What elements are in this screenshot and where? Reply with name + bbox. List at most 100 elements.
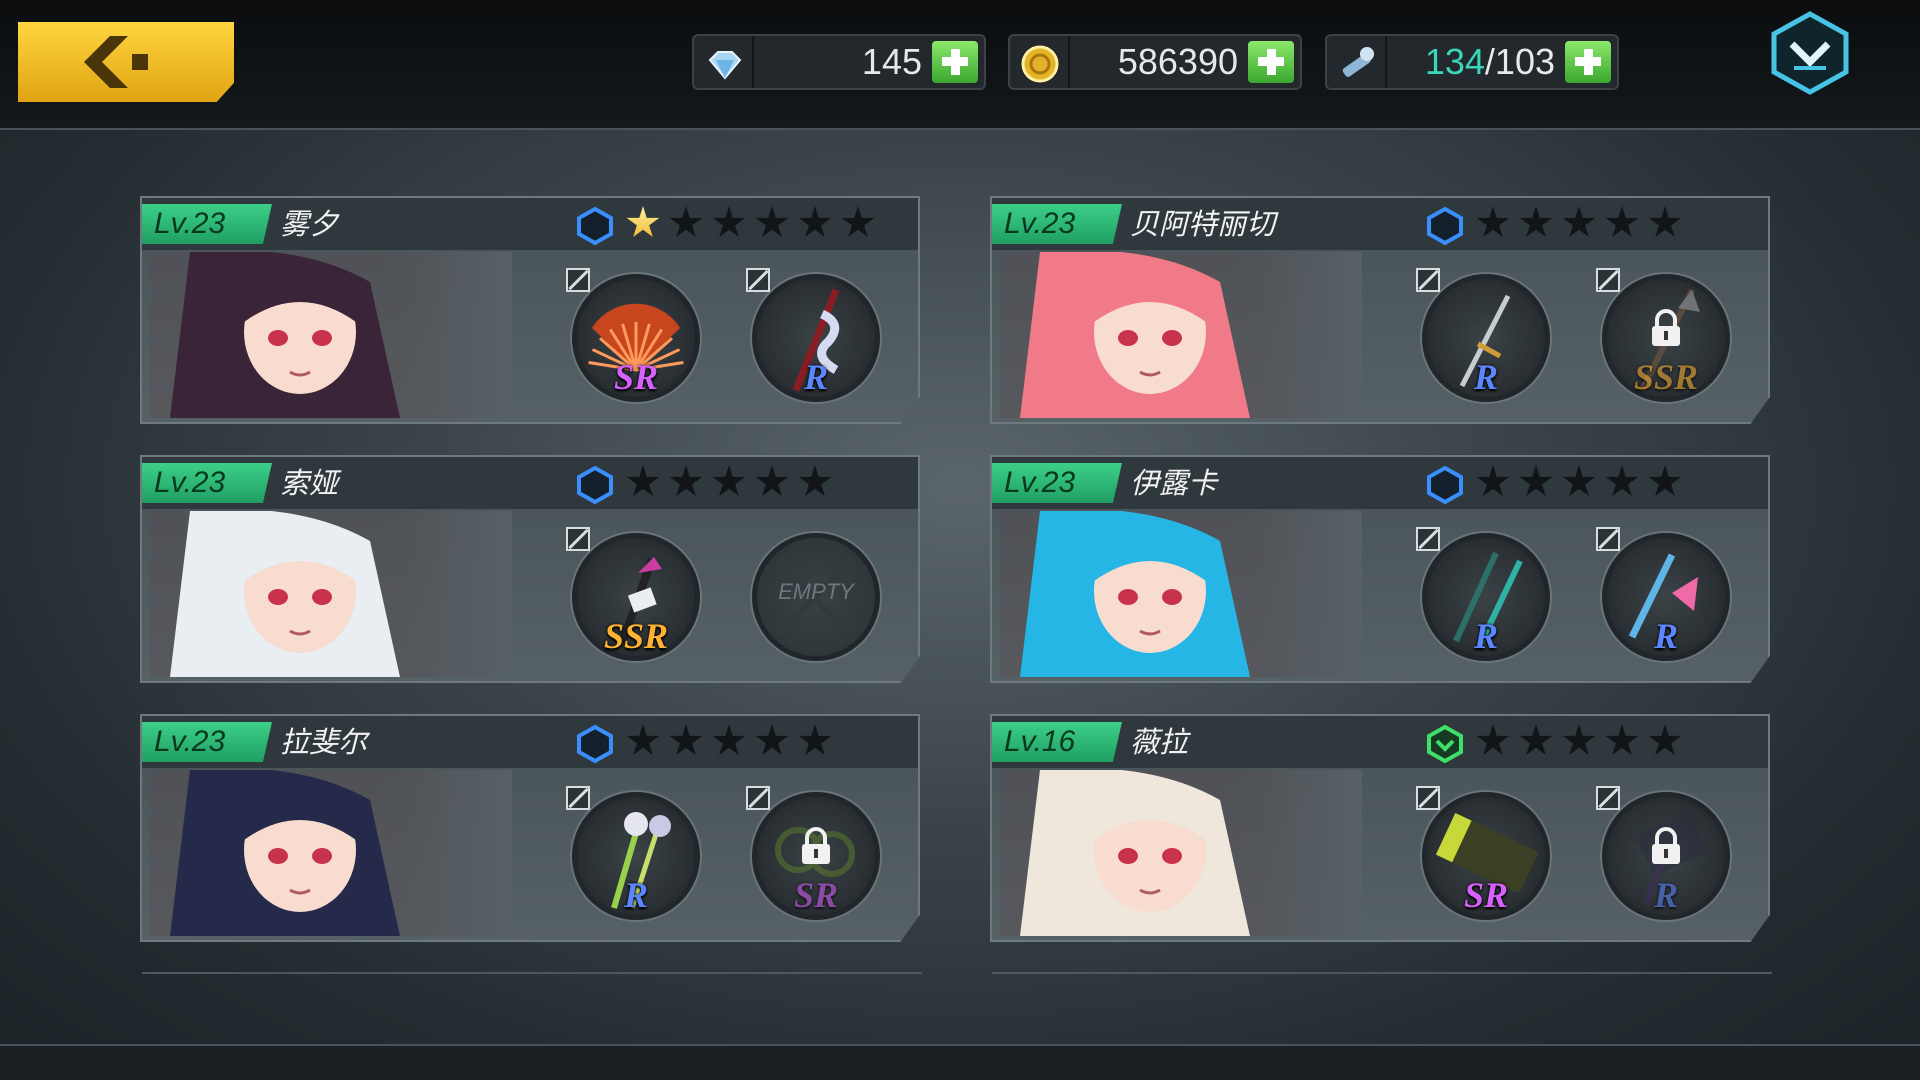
divider <box>142 972 922 974</box>
divider <box>992 972 1772 974</box>
star-empty-icon <box>1648 206 1682 237</box>
weapon-slot[interactable]: R <box>1416 527 1556 667</box>
star-empty-icon <box>755 724 789 755</box>
star-empty-icon <box>1476 465 1510 496</box>
gold-coin-icon <box>1021 45 1059 83</box>
star-rating <box>626 465 841 503</box>
add-gold-button[interactable] <box>1248 41 1294 83</box>
character-portrait <box>1000 770 1362 936</box>
character-name: 伊露卡 <box>1130 466 1218 500</box>
edit-icon[interactable] <box>1596 527 1620 551</box>
weapon-slot[interactable]: SR <box>746 786 886 926</box>
weapon-slot[interactable]: R <box>1596 527 1736 667</box>
edit-icon[interactable] <box>1416 527 1440 551</box>
rarity-label: R <box>1473 357 1498 397</box>
weapon-slot[interactable]: SR <box>566 268 706 408</box>
rarity-label: SSR <box>603 616 669 656</box>
star-empty-icon <box>1519 465 1553 496</box>
character-card[interactable]: Lv.23 索娅 SSR EMPTY <box>140 455 920 683</box>
diamond-counter: 145 <box>692 34 986 90</box>
star-empty-icon <box>1562 724 1596 755</box>
character-name: 薇拉 <box>1130 725 1189 759</box>
gold-counter: 586390 <box>1008 34 1302 90</box>
character-card[interactable]: Lv.23 雾夕 SR R <box>140 196 920 424</box>
weapon-slot[interactable]: R <box>746 268 886 408</box>
add-stamina-button[interactable] <box>1565 41 1611 83</box>
star-empty-icon <box>626 465 660 496</box>
character-portrait <box>150 252 512 418</box>
stamina-icon <box>1342 47 1374 77</box>
edit-icon[interactable] <box>746 268 770 292</box>
star-empty-icon <box>669 465 703 496</box>
star-empty-icon <box>626 724 660 755</box>
star-empty-icon <box>798 206 832 237</box>
star-empty-icon <box>841 206 875 237</box>
character-card[interactable]: Lv.23 贝阿特丽切 R SSR <box>990 196 1770 424</box>
rarity-label: R <box>1473 616 1498 656</box>
stamina-value: 134/103 <box>1425 42 1555 82</box>
edit-icon[interactable] <box>566 527 590 551</box>
star-rating <box>1476 206 1691 244</box>
rank-badge-icon <box>577 465 613 505</box>
weapon-slot[interactable]: R <box>1596 786 1736 926</box>
star-empty-icon <box>712 724 746 755</box>
rank-up-badge-icon <box>1427 724 1463 764</box>
edit-icon[interactable] <box>566 268 590 292</box>
stamina-counter: 134/103 <box>1325 34 1619 90</box>
weapon-slot[interactable]: SSR <box>1596 268 1736 408</box>
star-empty-icon <box>669 724 703 755</box>
back-button[interactable] <box>18 22 234 102</box>
star-empty-icon <box>1605 724 1639 755</box>
edit-icon[interactable] <box>1596 786 1620 810</box>
star-rating <box>1476 465 1691 503</box>
star-empty-icon <box>669 206 703 237</box>
character-card[interactable]: Lv.23 伊露卡 R R <box>990 455 1770 683</box>
star-empty-icon <box>1648 465 1682 496</box>
star-empty-icon <box>1562 206 1596 237</box>
star-empty-icon <box>755 465 789 496</box>
weapon-slot[interactable]: R <box>1416 268 1556 408</box>
character-name: 拉斐尔 <box>280 725 368 759</box>
edit-icon[interactable] <box>746 786 770 810</box>
star-rating <box>626 206 884 244</box>
star-rating <box>626 724 841 762</box>
gold-value: 586390 <box>1117 41 1238 82</box>
character-name: 雾夕 <box>280 207 339 241</box>
star-filled-icon <box>626 206 660 237</box>
star-empty-icon <box>712 206 746 237</box>
weapon-slot[interactable]: SSR <box>566 527 706 667</box>
character-card[interactable]: Lv.16 薇拉 SR R <box>990 714 1770 942</box>
diamond-icon <box>708 51 742 80</box>
rarity-label: SR <box>613 357 659 397</box>
divider <box>1385 36 1387 88</box>
level-tag: Lv.16 <box>992 722 1122 762</box>
empty-label: EMPTY <box>778 579 854 604</box>
weapon-slot[interactable]: R <box>566 786 706 926</box>
rarity-label: R <box>803 357 828 397</box>
empty-weapon-slot[interactable]: EMPTY <box>746 527 886 667</box>
star-empty-icon <box>1562 465 1596 496</box>
divider <box>1068 36 1070 88</box>
character-name: 索娅 <box>280 466 339 500</box>
back-arrow-icon <box>84 36 148 88</box>
character-card[interactable]: Lv.23 拉斐尔 R SR <box>140 714 920 942</box>
edit-icon[interactable] <box>1416 786 1440 810</box>
character-portrait <box>150 770 512 936</box>
level-tag: Lv.23 <box>992 204 1122 244</box>
weapon-slot[interactable]: SR <box>1416 786 1556 926</box>
edit-icon[interactable] <box>566 786 590 810</box>
edit-icon[interactable] <box>1596 268 1620 292</box>
rarity-label: SSR <box>1633 357 1699 397</box>
rarity-label: SR <box>1463 875 1509 915</box>
edit-icon[interactable] <box>1416 268 1440 292</box>
rarity-label: SR <box>793 875 839 915</box>
character-name: 贝阿特丽切 <box>1130 207 1276 241</box>
lock-icon <box>1652 309 1680 346</box>
level-tag: Lv.23 <box>142 204 272 244</box>
rarity-label: R <box>1653 616 1678 656</box>
level-tag: Lv.23 <box>142 463 272 503</box>
stamina-current: 134 <box>1424 41 1485 82</box>
chevron-down-badge-icon[interactable] <box>1768 10 1852 96</box>
star-empty-icon <box>1605 465 1639 496</box>
add-diamond-button[interactable] <box>932 41 978 83</box>
